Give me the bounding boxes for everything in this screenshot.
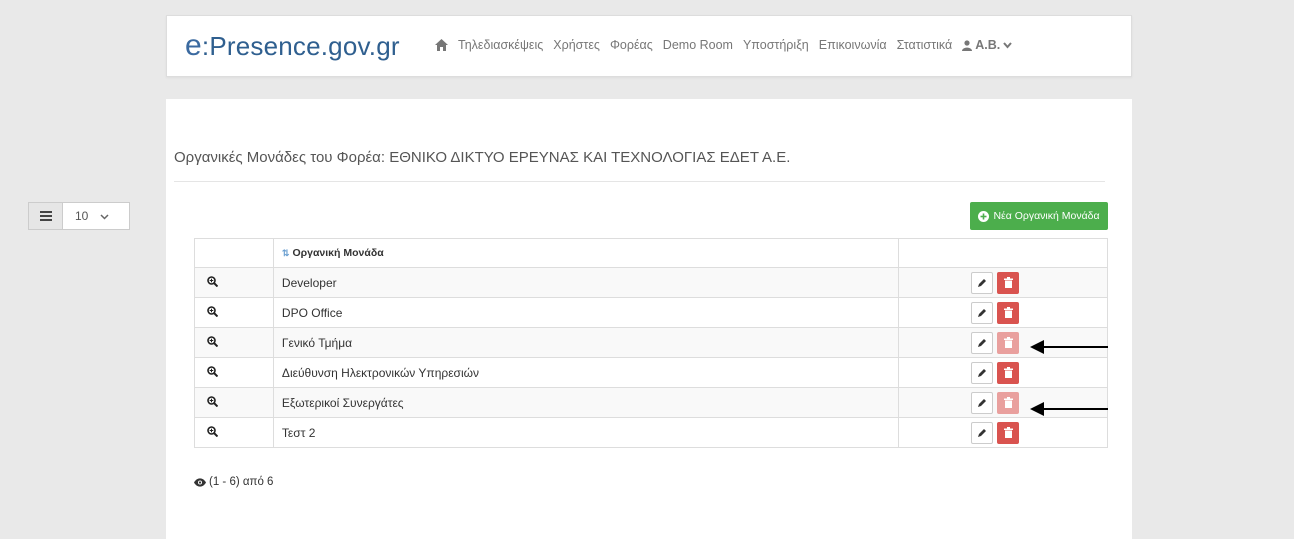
trash-icon [1003,427,1013,438]
top-strip [0,0,1294,12]
units-table: ⇅ Οργανική Μονάδα Developer DPO Office Γενι… [194,238,1108,448]
view-cell [194,387,274,418]
trash-icon [1003,277,1013,288]
delete-button[interactable] [997,391,1020,414]
unit-name-cell: Τεστ 2 [272,417,900,448]
table-row: Τεστ 2 [194,417,1108,448]
view-cell [194,417,274,448]
nav-item-organization[interactable]: Φορέας [610,38,653,52]
view-cell [194,297,274,328]
table-row: DPO Office [194,297,1108,328]
arrow-annotation [1030,402,1108,416]
table-row: Διεύθυνση Ηλεκτρονικών Υπηρεσιών [194,357,1108,388]
page-title: Οργανικές Μονάδες του Φορέα: ΕΘΝΙΚΟ ΔΙΚΤ… [174,149,791,166]
edit-button[interactable] [971,361,994,384]
view-cell [194,327,274,358]
chevron-down-icon [100,207,109,225]
delete-button[interactable] [997,331,1020,354]
pencil-icon [978,368,987,377]
delete-button[interactable] [997,301,1020,324]
edit-button[interactable] [971,391,994,414]
unit-name: Developer [281,275,337,290]
actions-cell [898,417,1108,448]
table-row: Εξωτερικοί Συνεργάτες [194,387,1108,418]
actions-cell [898,357,1108,388]
eye-icon [194,477,206,487]
zoom-in-icon[interactable] [207,305,218,317]
delete-button[interactable] [997,271,1020,294]
unit-name: Διεύθυνση Ηλεκτρονικών Υπηρεσιών [281,365,480,380]
pencil-icon [978,338,987,347]
delete-button[interactable] [997,421,1020,444]
table-header-row: ⇅ Οργανική Μονάδα [194,238,1108,268]
page-size-select[interactable]: 10 [28,202,130,230]
unit-name-cell: Εξωτερικοί Συνεργάτες [272,387,900,418]
logo-prefix: e [185,29,202,62]
unit-name: Γενικό Τμήμα [281,335,353,350]
unit-name: Εξωτερικοί Συνεργάτες [281,395,404,410]
trash-icon [1003,337,1013,348]
pencil-icon [978,398,987,407]
table-row: Developer [194,267,1108,298]
chevron-down-icon [1003,41,1012,49]
view-cell [194,357,274,388]
new-unit-label: Νέα Οργανική Μονάδα [993,210,1100,222]
new-unit-button[interactable]: Νέα Οργανική Μονάδα [970,202,1108,230]
nav-item-contact[interactable]: Επικοινωνία [819,38,887,52]
trash-icon [1003,307,1013,318]
header-blank [194,238,274,268]
trash-icon [1003,397,1013,408]
edit-button[interactable] [971,331,994,354]
sort-icon: ⇅ [281,248,290,258]
arrow-annotation [1030,340,1108,354]
user-name: Α.Β. [975,38,1001,52]
table-row: Γενικό Τμήμα [194,327,1108,358]
header-unit[interactable]: ⇅ Οργανική Μονάδα [272,238,900,268]
view-cell [194,267,274,298]
home-icon[interactable] [435,39,448,51]
pagination-summary: (1 - 6) από 6 [194,476,273,488]
user-icon [962,39,973,51]
header-unit-label: Οργανική Μονάδα [292,247,384,259]
main-nav: Τηλεδιασκέψεις Χρήστες Φορέας Demo Room … [435,38,1012,52]
actions-cell [898,267,1108,298]
zoom-in-icon[interactable] [207,395,218,407]
unit-name-cell: DPO Office [272,297,900,328]
navbar: e:Presence.gov.gr Τηλεδιασκέψεις Χρήστες… [166,15,1132,77]
page-size-value: 10 [75,209,89,223]
pencil-icon [978,428,987,437]
divider [174,181,1105,182]
pencil-icon [978,308,987,317]
pencil-icon [978,278,987,287]
nav-item-demo-room[interactable]: Demo Room [663,38,733,52]
edit-button[interactable] [971,421,994,444]
unit-name: Τεστ 2 [281,425,316,440]
header-actions [898,238,1108,268]
nav-item-support[interactable]: Υποστήριξη [743,38,809,52]
edit-button[interactable] [971,271,994,294]
site-logo[interactable]: e:Presence.gov.gr [185,29,400,63]
trash-icon [1003,367,1013,378]
list-icon [29,203,63,229]
logo-text: :Presence.gov.gr [201,31,400,61]
unit-name: DPO Office [281,305,343,320]
zoom-in-icon[interactable] [207,365,218,377]
delete-button[interactable] [997,361,1020,384]
plus-circle-icon [978,210,990,222]
pagination-text: (1 - 6) από 6 [209,476,274,488]
unit-name-cell: Developer [272,267,900,298]
zoom-in-icon[interactable] [207,335,218,347]
actions-cell [898,297,1108,328]
nav-item-users[interactable]: Χρήστες [553,38,600,52]
edit-button[interactable] [971,301,994,324]
unit-name-cell: Γενικό Τμήμα [272,327,900,358]
user-menu[interactable]: Α.Β. [962,38,1012,52]
zoom-in-icon[interactable] [207,275,218,287]
nav-item-statistics[interactable]: Στατιστικά [897,38,953,52]
nav-item-conferences[interactable]: Τηλεδιασκέψεις [458,38,543,52]
unit-name-cell: Διεύθυνση Ηλεκτρονικών Υπηρεσιών [272,357,900,388]
zoom-in-icon[interactable] [207,425,218,437]
